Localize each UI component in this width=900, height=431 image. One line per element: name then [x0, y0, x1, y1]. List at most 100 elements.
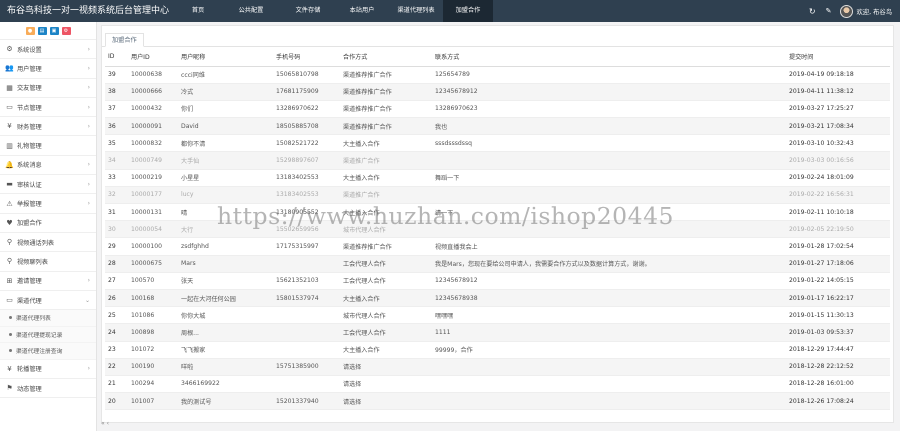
sidebar-item[interactable]: ▥ 礼物管理: [0, 136, 96, 156]
table-cell: 渠道推荐推广合作: [340, 100, 432, 119]
top-nav-item[interactable]: 文件存储: [281, 0, 335, 22]
table-cell: 渠道推荐推广合作: [340, 66, 432, 84]
table-cell: 39: [105, 66, 128, 84]
table-cell: 10000638: [128, 66, 178, 84]
pagination[interactable]: « ‹: [101, 420, 109, 427]
sidebar-item[interactable]: ¥ 财务管理 ›: [0, 117, 96, 137]
sidebar-item[interactable]: ⚲ 视频通话列表: [0, 233, 96, 253]
table-cell: 冷式: [178, 83, 273, 101]
table-cell: [273, 255, 340, 273]
sidebar-item[interactable]: ▬ 审核认证 ›: [0, 175, 96, 195]
sidebar-subitem[interactable]: 渠道代理提现记录: [0, 326, 96, 344]
top-nav-item[interactable]: 本站用户: [335, 0, 389, 22]
avatar[interactable]: [839, 4, 853, 18]
quick-button-1[interactable]: ●: [25, 26, 35, 35]
table-cell: 大主播入合作: [340, 341, 432, 359]
table-cell: 2019-03-03 00:16:56: [786, 151, 890, 170]
table-cell: 2019-02-24 18:01:09: [786, 169, 890, 187]
table-row[interactable]: 32 10000177 lucy 13183402553 渠道推广合作 2019-02-2…: [105, 186, 890, 205]
wrench-icon[interactable]: ✎: [826, 7, 832, 15]
search-icon: ⚲: [6, 238, 13, 247]
sidebar-subitem[interactable]: 渠道代理列表: [0, 310, 96, 327]
top-nav-item[interactable]: 公共配置: [221, 0, 281, 22]
table-row[interactable]: 29 10000100 zsdfghhd 17175315997 渠道推荐推广合作 视频直…: [105, 237, 890, 256]
quick-button-4[interactable]: ⚙: [61, 26, 71, 35]
table-row[interactable]: 21 100294 3466169922 请选择 2018-12-28 16:01:00: [105, 375, 890, 394]
table-cell: 你们: [178, 100, 273, 119]
column-header: 用户昵称: [178, 47, 273, 67]
sidebar-item-label: 邀请管理: [17, 278, 42, 286]
table-row[interactable]: 22 100190 咩啦 15751385900 请选择 2018-12-28 22:12…: [105, 358, 890, 376]
table-row[interactable]: 36 10000091 David 18505885708 渠道推荐推广合作 我也 2019…: [105, 117, 890, 136]
sidebar-item[interactable]: ⚙ 系统设置 ›: [0, 40, 96, 60]
refresh-icon[interactable]: ↻: [809, 7, 816, 16]
table-cell: Mars: [178, 255, 273, 273]
quick-button-3[interactable]: ▣: [49, 26, 59, 35]
table-cell: 10000100: [128, 237, 178, 256]
table-cell: 10000131: [128, 203, 178, 222]
table-cell: 舞蹈一下: [432, 169, 786, 187]
table-row[interactable]: 27 100570 张天 15621352103 工会代理人合作 12345678912 2…: [105, 272, 890, 290]
sidebar-item[interactable]: ♥ 加盟合作: [0, 214, 96, 233]
sidebar-item[interactable]: ¥ 轮播管理 ›: [0, 360, 96, 379]
table-row[interactable]: 33 10000219 小星星 13183402553 大主播入合作 舞蹈一下 2019-0…: [105, 169, 890, 187]
table-cell: 2018-12-29 17:44:47: [786, 341, 890, 359]
table-cell: 15801537974: [273, 289, 340, 308]
table-row[interactable]: 37 10000432 你们 13286970622 渠道推荐推广合作 132869706…: [105, 100, 890, 119]
table-row[interactable]: 25 101086 你你大城 城市代理人合作 嘿嘿嘿 2019-01-15 11:30:1…: [105, 306, 890, 325]
sidebar-item[interactable]: ⚠ 举报管理 ›: [0, 194, 96, 214]
sidebar-item-label: 节点管理: [17, 104, 42, 112]
table-cell: 10000432: [128, 100, 178, 119]
sidebar-item[interactable]: ⚲ 视频聊列表: [0, 252, 96, 272]
chevron-icon: ›: [87, 365, 90, 373]
sidebar-subitem[interactable]: 渠道代理注册查询: [0, 343, 96, 360]
table-row[interactable]: 20 101007 我的测试号 15201337940 请选择 2018-12-26 17…: [105, 392, 890, 411]
sidebar-subitem-label: 渠道代理注册查询: [16, 349, 63, 356]
table-body: 39 10000638 ccci同维 15065810798 渠道推荐推广合作 12565…: [105, 66, 890, 411]
sidebar-item-label: 用户管理: [17, 65, 42, 73]
table-cell: 17681175909: [273, 83, 340, 101]
welcome-text[interactable]: 欢迎, 布谷鸟: [857, 7, 893, 16]
table-cell: 请选择: [340, 392, 432, 411]
table-cell: 100168: [128, 289, 178, 308]
table-cell: 2019-02-11 10:10:18: [786, 203, 890, 222]
table-row[interactable]: 35 10000832 都你不清 15082521722 大主播入合作 sssdsssds…: [105, 134, 890, 153]
tab-franchise[interactable]: 加盟合作: [105, 33, 144, 47]
table-row[interactable]: 26 100168 一起在大河任何公园 15801537974 大主播入合作 123456…: [105, 289, 890, 308]
sidebar-item[interactable]: ▭ 渠道代理 ⌄: [0, 291, 96, 311]
sidebar-item-label: 视频通话列表: [17, 239, 55, 247]
chevron-icon: ›: [87, 103, 90, 111]
table-cell: 大主播入合作: [340, 289, 432, 308]
bullet-icon: [9, 332, 12, 336]
top-nav-item[interactable]: 渠道代理列表: [389, 0, 443, 22]
table-cell: 2019-01-03 09:53:37: [786, 323, 890, 342]
table-row[interactable]: 34 10000749 大手仙 15298897607 渠道推广合作 2019-03-03…: [105, 151, 890, 170]
table-cell: 2019-01-28 17:02:54: [786, 237, 890, 256]
top-nav-item[interactable]: 加盟合作: [443, 0, 493, 22]
sidebar-item[interactable]: ⊞ 邀请管理 ›: [0, 272, 96, 291]
sidebar-item[interactable]: ▦ 交友管理 ›: [0, 79, 96, 98]
tab-bar: 加盟合作: [102, 26, 893, 47]
app-title: 布谷鸟科技一对一视频系统后台管理中心: [7, 6, 170, 16]
table-cell: 24: [105, 323, 128, 342]
top-nav-item[interactable]: 首页: [175, 0, 221, 22]
table-row[interactable]: 39 10000638 ccci同维 15065810798 渠道推荐推广合作 12565…: [105, 66, 890, 84]
table-row[interactable]: 28 10000675 Mars 工会代理人合作 我是Mars，您现在要给公司申请人，我…: [105, 255, 890, 273]
table-row[interactable]: 38 10000666 冷式 17681175909 渠道推荐推广合作 123456789…: [105, 83, 890, 101]
table-row[interactable]: 24 100898 周根... 工会代理人合作 1111 2019-01-03 09:53…: [105, 323, 890, 342]
sidebar-item[interactable]: 🔔 系统消息 ›: [0, 156, 96, 176]
sidebar-item-label: 礼物管理: [17, 143, 42, 151]
table-cell: 2018-12-26 17:08:24: [786, 392, 890, 411]
table-cell: ccci同维: [178, 66, 273, 84]
chevron-icon: ›: [87, 45, 90, 53]
bullet-icon: [9, 316, 12, 320]
search-icon: ⚲: [6, 257, 13, 266]
sidebar-item[interactable]: ⚑ 动态管理: [0, 379, 96, 399]
quick-button-2[interactable]: ▤: [37, 26, 47, 35]
sidebar-item[interactable]: 👥 用户管理 ›: [0, 59, 96, 79]
table-cell: 28: [105, 255, 128, 273]
table-cell: 城市代理人合作: [340, 306, 432, 325]
sidebar-item[interactable]: ▭ 节点管理 ›: [0, 98, 96, 118]
table-row[interactable]: 23 101072 飞飞搬家 大主播入合作 99999，合作 2018-12-29 17:…: [105, 341, 890, 359]
table-cell: [273, 306, 340, 325]
